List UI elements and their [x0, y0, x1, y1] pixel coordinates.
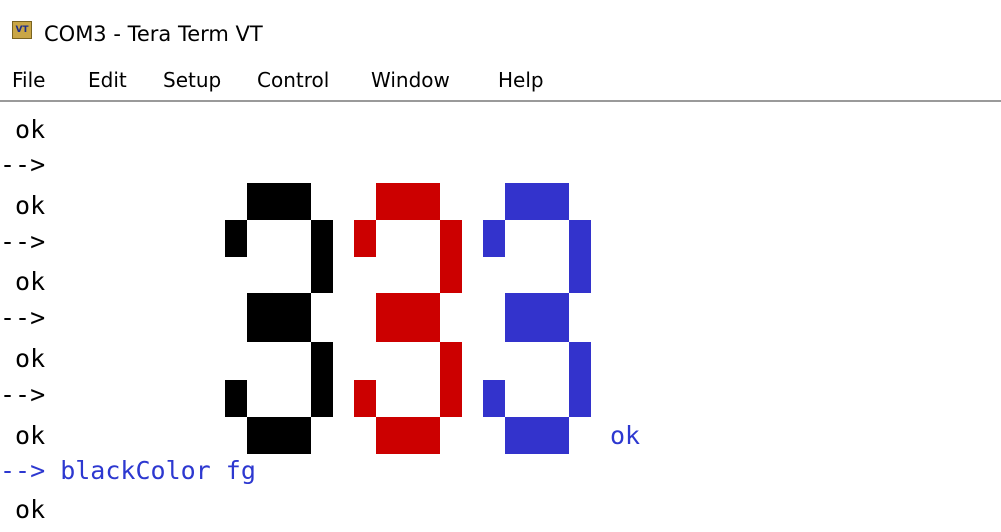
- seg-top: [376, 183, 440, 220]
- menu-help[interactable]: Help: [498, 68, 544, 92]
- seg-upper-left: [225, 220, 247, 257]
- seg-lower-right: [311, 342, 333, 417]
- menu-bar: File Edit Setup Control Window Help: [0, 62, 1001, 100]
- seg-lower-left: [483, 380, 505, 417]
- menu-edit[interactable]: Edit: [88, 68, 127, 92]
- big-digit-blue: [483, 183, 591, 454]
- terminal-inline-ok: ok: [610, 421, 641, 450]
- seg-middle: [247, 293, 311, 342]
- terminal-line-6: -->: [0, 303, 46, 332]
- menu-setup[interactable]: Setup: [163, 68, 221, 92]
- terminal-line-10: --> blackColor fg: [0, 456, 256, 485]
- seg-upper-right: [440, 220, 462, 293]
- seg-middle: [376, 293, 440, 342]
- seg-middle: [505, 293, 569, 342]
- terminal-line-7: ok: [0, 344, 46, 373]
- terminal-area[interactable]: ok --> ok --> ok --> ok --> ok --> black…: [0, 102, 1001, 532]
- window-title: COM3 - Tera Term VT: [44, 22, 263, 46]
- seg-lower-left: [225, 380, 247, 417]
- seg-upper-left: [354, 220, 376, 257]
- terminal-line-9: ok: [0, 421, 46, 450]
- seg-bottom: [505, 417, 569, 454]
- tera-term-app-icon[interactable]: VT: [12, 21, 32, 39]
- terminal-line-4: -->: [0, 227, 46, 256]
- terminal-line-2: -->: [0, 150, 46, 179]
- terminal-line-11: ok: [0, 495, 46, 524]
- title-bar: VT COM3 - Tera Term VT: [0, 0, 1001, 62]
- terminal-line-5: ok: [0, 267, 46, 296]
- terminal-line-8: -->: [0, 380, 46, 409]
- seg-upper-right: [569, 220, 591, 293]
- seg-bottom: [376, 417, 440, 454]
- big-digit-red: [354, 183, 462, 454]
- big-digit-black: [225, 183, 333, 454]
- menu-window[interactable]: Window: [371, 68, 450, 92]
- seg-bottom: [247, 417, 311, 454]
- seg-lower-right: [569, 342, 591, 417]
- seg-top: [505, 183, 569, 220]
- menu-file[interactable]: File: [12, 68, 45, 92]
- seg-lower-right: [440, 342, 462, 417]
- seg-upper-left: [483, 220, 505, 257]
- seg-lower-left: [354, 380, 376, 417]
- menu-control[interactable]: Control: [257, 68, 329, 92]
- terminal-line-1: ok: [0, 115, 46, 144]
- seg-top: [247, 183, 311, 220]
- terminal-line-3: ok: [0, 191, 46, 220]
- seg-upper-right: [311, 220, 333, 293]
